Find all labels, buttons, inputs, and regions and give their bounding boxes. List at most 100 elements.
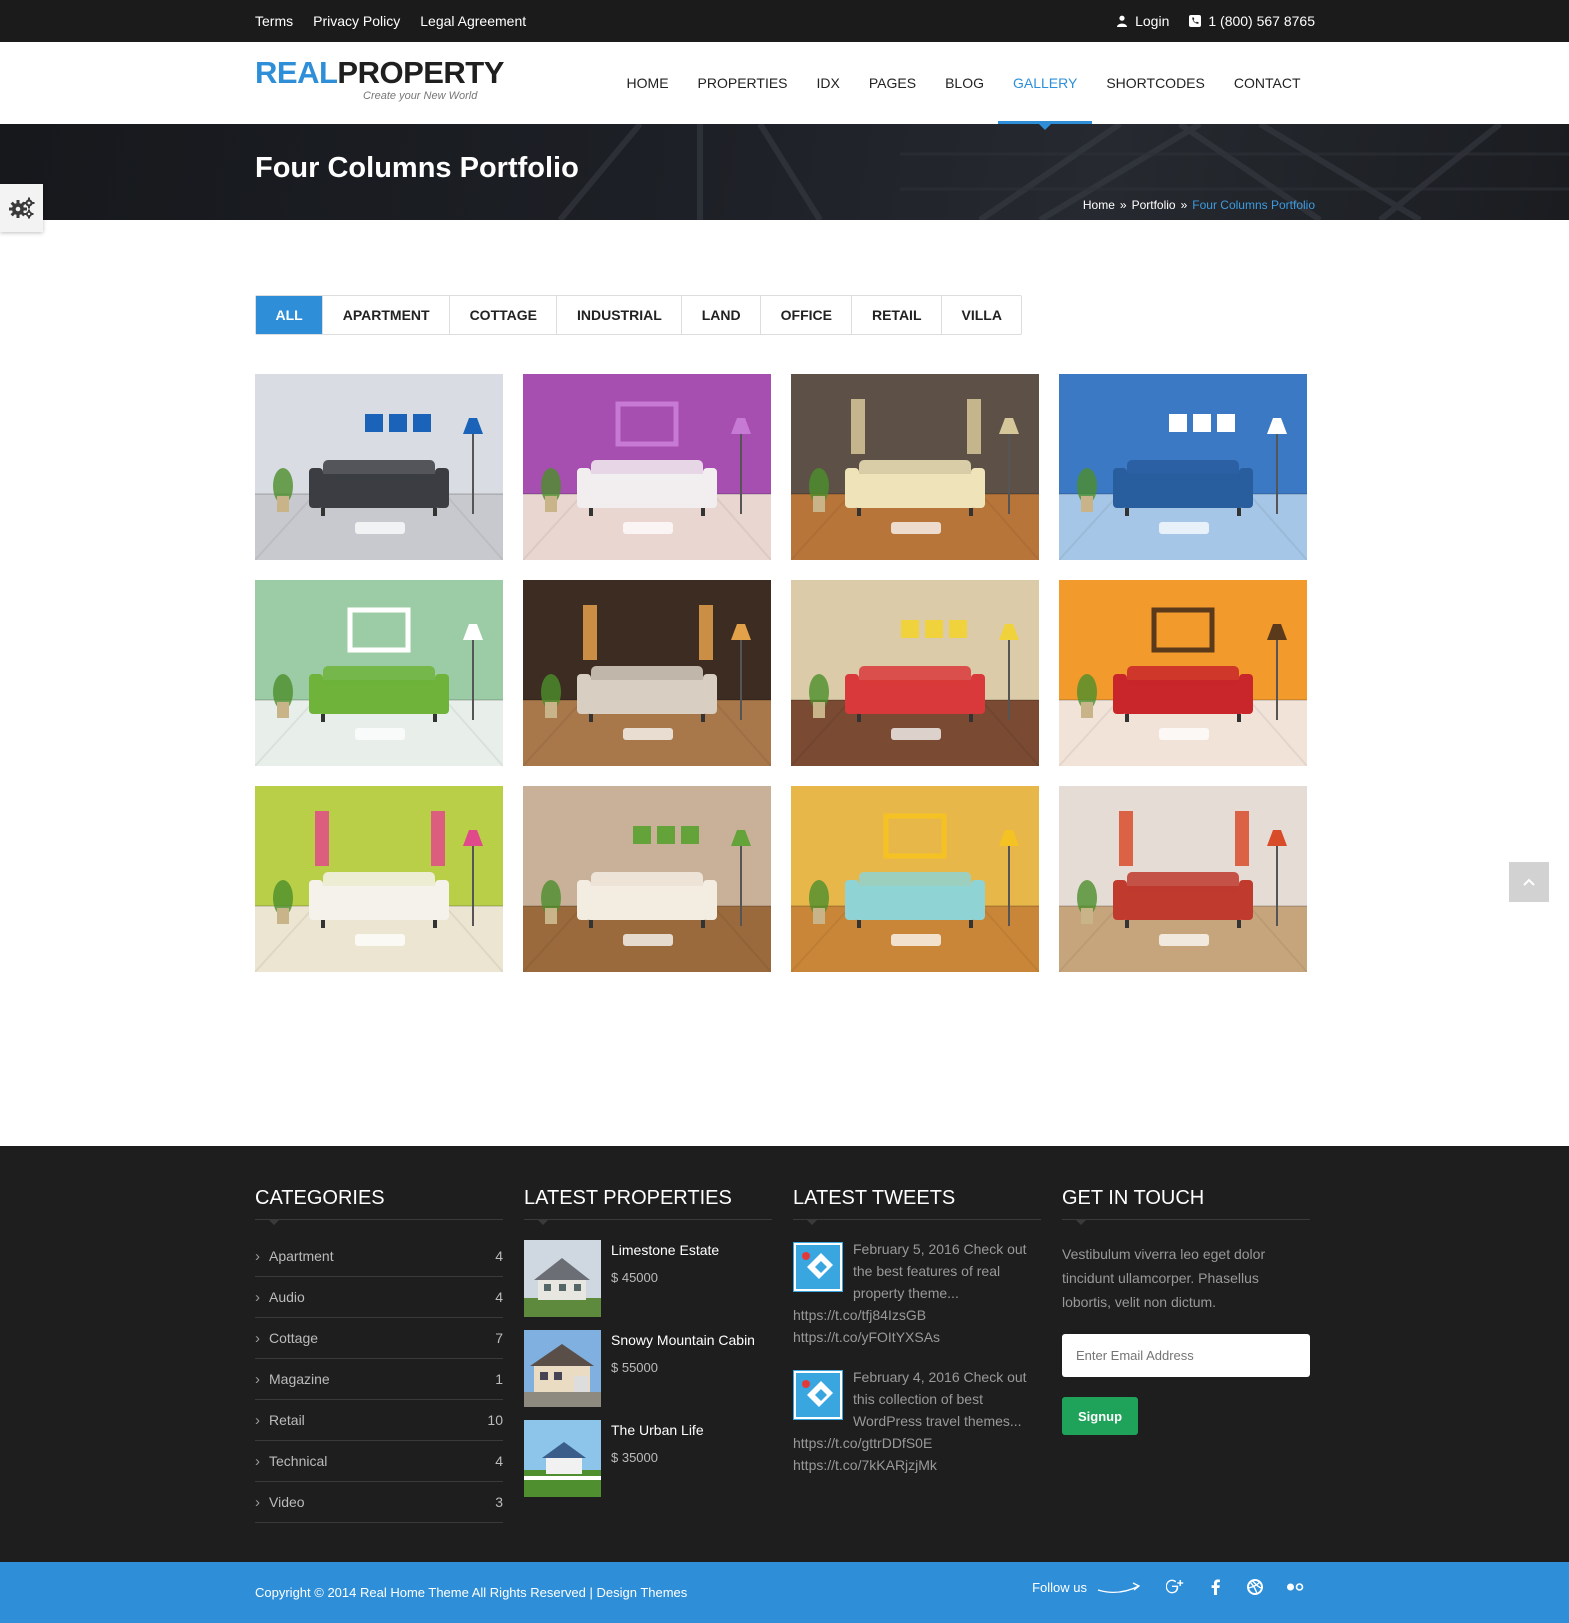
property-price: $ 35000 [611, 1450, 658, 1465]
dribbble-icon[interactable] [1235, 1579, 1275, 1595]
category-count: 4 [495, 1289, 503, 1305]
portfolio-gallery [255, 374, 1308, 972]
copyright-text: Copyright © 2014 Real Home Theme All Rig… [255, 1585, 688, 1600]
filter-retail[interactable]: RETAIL [851, 296, 941, 334]
filter-cottage[interactable]: COTTAGE [449, 296, 556, 334]
portfolio-image [255, 580, 503, 766]
portfolio-image [523, 786, 771, 972]
legal-agreement-link[interactable]: Legal Agreement [420, 13, 526, 29]
breadcrumb-home[interactable]: Home [1083, 198, 1115, 212]
portfolio-item[interactable] [523, 580, 771, 766]
property-item[interactable]: The Urban Life $ 35000 [524, 1420, 772, 1497]
footer-get-in-touch: GET IN TOUCH Vestibulum viverra leo eget… [1062, 1146, 1310, 1435]
tweet-avatar-icon [793, 1370, 843, 1420]
category-count: 4 [495, 1453, 503, 1469]
portfolio-image [255, 786, 503, 972]
tweet-item: February 4, 2016 Check out this collecti… [793, 1366, 1041, 1476]
filter-office[interactable]: OFFICE [760, 296, 851, 334]
get-in-touch-heading: GET IN TOUCH [1062, 1187, 1310, 1225]
breadcrumb-current: Four Columns Portfolio [1192, 198, 1315, 212]
category-item[interactable]: Video3 [255, 1482, 503, 1523]
portfolio-image [1059, 374, 1307, 560]
privacy-policy-link[interactable]: Privacy Policy [313, 13, 400, 29]
portfolio-item[interactable] [255, 580, 503, 766]
terms-link[interactable]: Terms [255, 13, 293, 29]
nav-shortcodes[interactable]: SHORTCODES [1092, 42, 1220, 124]
portfolio-item[interactable] [1059, 580, 1307, 766]
portfolio-item[interactable] [1059, 786, 1307, 972]
breadcrumb-portfolio[interactable]: Portfolio [1132, 198, 1176, 212]
footer-latest-tweets: LATEST TWEETS February 5, 2016 Check out… [793, 1146, 1041, 1476]
category-count: 10 [487, 1412, 503, 1428]
tweet-avatar-icon [793, 1242, 843, 1292]
nav-idx[interactable]: IDX [802, 42, 854, 124]
property-title[interactable]: The Urban Life [611, 1422, 704, 1438]
filter-land[interactable]: LAND [681, 296, 760, 334]
breadcrumb-separator-icon: » [1119, 198, 1127, 212]
follow-us-label: Follow us [1032, 1579, 1087, 1595]
bottom-bar: Copyright © 2014 Real Home Theme All Rig… [0, 1562, 1569, 1623]
portfolio-item[interactable] [791, 374, 1039, 560]
category-item[interactable]: Apartment4 [255, 1236, 503, 1277]
breadcrumb-separator-icon: » [1180, 198, 1188, 212]
nav-contact[interactable]: CONTACT [1219, 42, 1315, 124]
filter-villa[interactable]: VILLA [941, 296, 1021, 334]
category-item[interactable]: Audio4 [255, 1277, 503, 1318]
logo[interactable]: REALPROPERTY Create your New World [255, 55, 504, 102]
nav-properties[interactable]: PROPERTIES [683, 42, 802, 124]
portfolio-image [523, 374, 771, 560]
property-thumbnail [524, 1240, 601, 1317]
top-links: Terms Privacy Policy Legal Agreement [255, 13, 526, 29]
login-label: Login [1135, 13, 1170, 29]
portfolio-item[interactable] [791, 580, 1039, 766]
tweet-item: February 5, 2016 Check out the best feat… [793, 1238, 1041, 1348]
filter-all[interactable]: ALL [256, 296, 323, 334]
login-link[interactable]: Login [1116, 13, 1169, 29]
chevron-up-icon [1523, 878, 1535, 886]
category-count: 3 [495, 1494, 503, 1510]
portfolio-item[interactable] [523, 374, 771, 560]
nav-gallery[interactable]: GALLERY [998, 42, 1093, 130]
back-to-top-button[interactable] [1509, 862, 1549, 902]
google-plus-icon[interactable] [1155, 1579, 1195, 1595]
main-nav: HOME PROPERTIES IDX PAGES BLOG GALLERY S… [612, 42, 1315, 130]
category-item[interactable]: Magazine1 [255, 1359, 503, 1400]
breadcrumb: Home » Portfolio » Four Columns Portfoli… [1083, 198, 1315, 212]
flickr-icon[interactable] [1275, 1582, 1315, 1592]
email-field[interactable] [1062, 1334, 1310, 1377]
portfolio-image [791, 786, 1039, 972]
nav-home[interactable]: HOME [612, 42, 683, 124]
phone-number[interactable]: 1 (800) 567 8765 [1189, 13, 1315, 29]
category-count: 1 [495, 1371, 503, 1387]
portfolio-filter: ALL APARTMENT COTTAGE INDUSTRIAL LAND OF… [255, 295, 1023, 335]
property-item[interactable]: Snowy Mountain Cabin $ 55000 [524, 1330, 772, 1407]
site-header: REALPROPERTY Create your New World HOME … [0, 42, 1569, 130]
social-follow: Follow us [1032, 1579, 1315, 1595]
footer-categories: CATEGORIES Apartment4 Audio4 Cottage7 Ma… [255, 1146, 503, 1523]
gears-icon [8, 197, 34, 219]
facebook-icon[interactable] [1195, 1579, 1235, 1595]
get-in-touch-text: Vestibulum viverra leo eget dolor tincid… [1062, 1246, 1266, 1310]
nav-blog[interactable]: BLOG [931, 42, 999, 124]
portfolio-item[interactable] [523, 786, 771, 972]
nav-pages[interactable]: PAGES [854, 42, 930, 124]
portfolio-item[interactable] [255, 374, 503, 560]
logo-property: PROPERTY [337, 55, 504, 90]
logo-tagline: Create your New World [363, 90, 478, 102]
portfolio-image [791, 580, 1039, 766]
category-item[interactable]: Technical4 [255, 1441, 503, 1482]
portfolio-item[interactable] [791, 786, 1039, 972]
portfolio-item[interactable] [255, 786, 503, 972]
filter-industrial[interactable]: INDUSTRIAL [556, 296, 681, 334]
category-item[interactable]: Retail10 [255, 1400, 503, 1441]
logo-real: REAL [255, 55, 338, 90]
property-item[interactable]: Limestone Estate $ 45000 [524, 1240, 772, 1317]
category-item[interactable]: Cottage7 [255, 1318, 503, 1359]
portfolio-item[interactable] [1059, 374, 1307, 560]
signup-button[interactable]: Signup [1062, 1397, 1138, 1435]
settings-panel-toggle[interactable] [0, 184, 43, 232]
filter-apartment[interactable]: APARTMENT [322, 296, 449, 334]
property-title[interactable]: Snowy Mountain Cabin [611, 1332, 755, 1348]
site-footer: CATEGORIES Apartment4 Audio4 Cottage7 Ma… [0, 1146, 1569, 1562]
property-title[interactable]: Limestone Estate [611, 1242, 719, 1258]
